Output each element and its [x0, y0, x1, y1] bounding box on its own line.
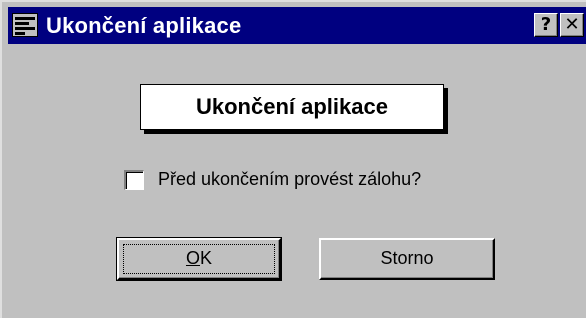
ok-button-label: K [200, 248, 213, 268]
window-system-menu-icon[interactable] [12, 13, 38, 37]
dialog-heading-banner: Ukončení aplikace [140, 84, 444, 130]
ok-button[interactable]: OK [116, 237, 282, 281]
ok-button-focus-rect: OK [123, 244, 275, 274]
window-title: Ukončení aplikace [46, 13, 242, 38]
title-bar[interactable]: Ukončení aplikace ? ✕ [8, 7, 586, 44]
backup-checkbox[interactable] [124, 170, 144, 190]
cancel-button[interactable]: Storno [319, 238, 495, 280]
close-icon: ✕ [564, 14, 580, 35]
backup-checkbox-label[interactable]: Před ukončením provést zálohu? [158, 167, 421, 191]
help-button[interactable]: ? [534, 13, 558, 37]
close-button[interactable]: ✕ [560, 13, 584, 37]
dialog-window: Ukončení aplikace ? ✕ Ukončení aplikace … [0, 0, 586, 318]
ok-button-mnemonic: O [185, 248, 200, 268]
